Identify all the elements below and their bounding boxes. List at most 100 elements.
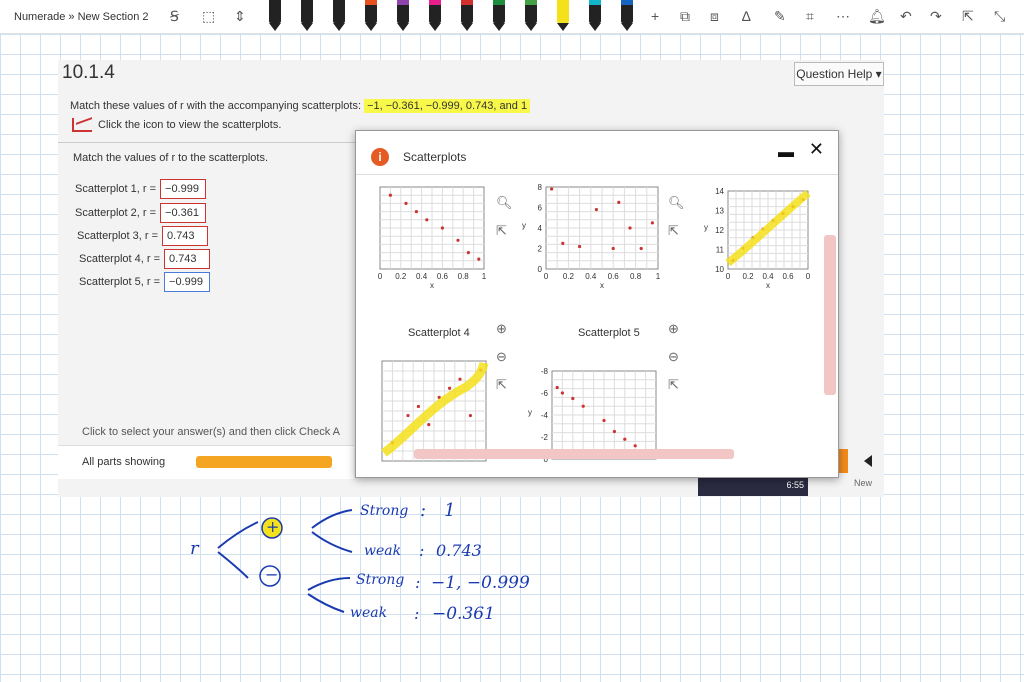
answer-dropdown-2[interactable]: −0.361 <box>160 203 207 223</box>
answer-row-2: Scatterplot 2, r = −0.361 <box>75 203 207 223</box>
chart-icon[interactable] <box>72 118 92 132</box>
minimize-button[interactable]: ▬ <box>778 144 794 162</box>
pen-tool[interactable] <box>396 0 410 31</box>
close-button[interactable]: ✕ <box>809 139 824 160</box>
breadcrumb[interactable]: Numerade » New Section 2 <box>14 11 264 23</box>
scatter-point <box>571 396 575 401</box>
answer-row-4: Scatterplot 4, r = 0.743 <box>79 249 211 269</box>
answer-dropdown-5[interactable]: −0.999 <box>164 272 211 292</box>
scatter-point <box>578 244 582 249</box>
video-thumbnail[interactable]: 6:55 <box>698 476 808 496</box>
scatterplot-link-row[interactable]: Click the icon to view the scatterplots. <box>72 118 281 132</box>
scatterplot-5-title: Scatterplot 5 <box>578 327 640 339</box>
x-tick-label: 0 <box>378 272 383 281</box>
question-help-button[interactable]: Question Help ▾ <box>794 62 884 86</box>
note-weak-negative-value: −0.361 <box>432 604 495 624</box>
dialog-header: i Scatterplots ▬ ✕ <box>356 131 838 175</box>
scatter-point <box>650 221 654 225</box>
answer-dropdown-1[interactable]: −0.999 <box>160 179 207 199</box>
answer-dropdown-4[interactable]: 0.743 <box>164 249 211 269</box>
scatterplots-dialog: i Scatterplots ▬ ✕ 0 0.2 0.4 0.6 0.8 1 x 0 0.2 0.… <box>355 130 839 478</box>
pen-tool[interactable] <box>364 0 378 31</box>
bell-icon[interactable]: 🔔︎ <box>868 8 886 25</box>
horizontal-scrollbar[interactable] <box>414 449 734 459</box>
more-icon[interactable]: ⋯ <box>836 8 850 25</box>
pen-tool[interactable] <box>492 0 506 31</box>
scatter-point <box>628 226 632 230</box>
pen-tool[interactable] <box>332 0 346 31</box>
scatter-point <box>427 423 431 427</box>
answer-row-5: Scatterplot 5, r = −0.999 <box>79 272 211 292</box>
ink-to-shape-icon[interactable]: ⧈ <box>710 8 719 25</box>
grid-icon[interactable]: ⌗ <box>806 8 814 25</box>
share-icon[interactable]: ⇱ <box>962 8 974 25</box>
scatter-point <box>440 226 444 230</box>
scatter-point <box>555 385 559 390</box>
vertical-scrollbar[interactable] <box>824 235 836 395</box>
pen-tool[interactable] <box>556 0 570 31</box>
note-r: r <box>190 538 199 559</box>
x-tick-label: 0 <box>726 272 731 281</box>
scatterplot-4-title: Scatterplot 4 <box>408 327 470 339</box>
zoom-in-icon[interactable]: ⊕ <box>668 321 679 337</box>
note-colon: : <box>415 573 421 592</box>
x-tick-label: 0.8 <box>630 272 642 281</box>
x-axis-label: x <box>600 281 604 290</box>
scatter-point <box>639 246 643 251</box>
convert-icon[interactable]: ⧉ <box>680 8 690 25</box>
pen-tool[interactable] <box>300 0 314 31</box>
x-tick-label: 0.8 <box>458 272 470 281</box>
scatter-point <box>466 251 470 255</box>
zoom-in-icon[interactable]: 🔍︎ <box>668 195 685 211</box>
zoom-out-icon[interactable]: ⊖ <box>668 349 679 365</box>
zoom-out-icon[interactable]: ⊖ <box>496 349 507 365</box>
prev-arrow-icon[interactable] <box>864 455 872 467</box>
scatter-point <box>581 404 585 408</box>
answer-row-1: Scatterplot 1, r = −0.999 <box>75 179 207 199</box>
ink-to-text-icon[interactable]: Ꞩ <box>170 8 179 25</box>
x-axis-label: x <box>766 281 770 290</box>
y-tick-label: 12 <box>715 226 724 235</box>
undo-icon[interactable]: ↶ <box>900 8 912 25</box>
scatter-point <box>477 257 481 261</box>
answer-dropdown-3[interactable]: 0.743 <box>162 226 209 246</box>
insert-space-icon[interactable]: ⇕ <box>234 8 246 25</box>
all-parts-label[interactable]: All parts showing <box>82 456 165 468</box>
pen-tool[interactable] <box>588 0 602 31</box>
open-new-window-icon[interactable]: ⇱ <box>496 377 507 393</box>
collapse-icon[interactable]: ⤡ <box>994 8 1005 25</box>
scatter-point <box>458 377 462 381</box>
x-tick-label: 0.2 <box>395 272 407 281</box>
note-colon: : <box>420 500 427 521</box>
x-tick-label: 0 <box>544 272 549 281</box>
ruler-icon[interactable]: ✎ <box>774 8 786 25</box>
open-new-window-icon[interactable]: ⇱ <box>668 223 679 239</box>
scatter-point <box>623 437 627 441</box>
y-axis-label: y <box>522 221 526 230</box>
pen-tool[interactable] <box>268 0 282 31</box>
open-new-window-icon[interactable]: ⇱ <box>496 223 507 239</box>
zoom-in-icon[interactable]: ⊕ <box>496 321 507 337</box>
redo-icon[interactable]: ↷ <box>930 8 942 25</box>
pen-tool[interactable] <box>524 0 538 31</box>
math-icon[interactable]: ∆ <box>742 8 751 24</box>
answer-label: Scatterplot 5, r = <box>79 276 161 288</box>
pen-tool[interactable] <box>460 0 474 31</box>
scatter-point <box>594 207 598 212</box>
note-weak-positive-value: 0.743 <box>436 541 482 560</box>
open-new-window-icon[interactable]: ⇱ <box>668 377 679 393</box>
scatter-point <box>388 193 392 197</box>
answer-label: Scatterplot 4, r = <box>79 253 161 265</box>
add-pen-icon[interactable]: + <box>651 8 659 24</box>
scatter-point <box>617 200 621 204</box>
y-tick-label: -2 <box>541 433 549 442</box>
scatterplot-link-text[interactable]: Click the icon to view the scatterplots. <box>98 119 281 131</box>
answer-label: Scatterplot 1, r = <box>75 183 157 195</box>
zoom-in-icon[interactable]: 🔍︎ <box>496 195 513 211</box>
scatter-point <box>468 413 472 418</box>
pen-tool[interactable] <box>620 0 634 31</box>
scatter-point <box>633 444 637 448</box>
y-tick-label: 0 <box>538 265 543 274</box>
pen-tool[interactable] <box>428 0 442 31</box>
lasso-select-icon[interactable]: ⬚ <box>202 8 215 25</box>
